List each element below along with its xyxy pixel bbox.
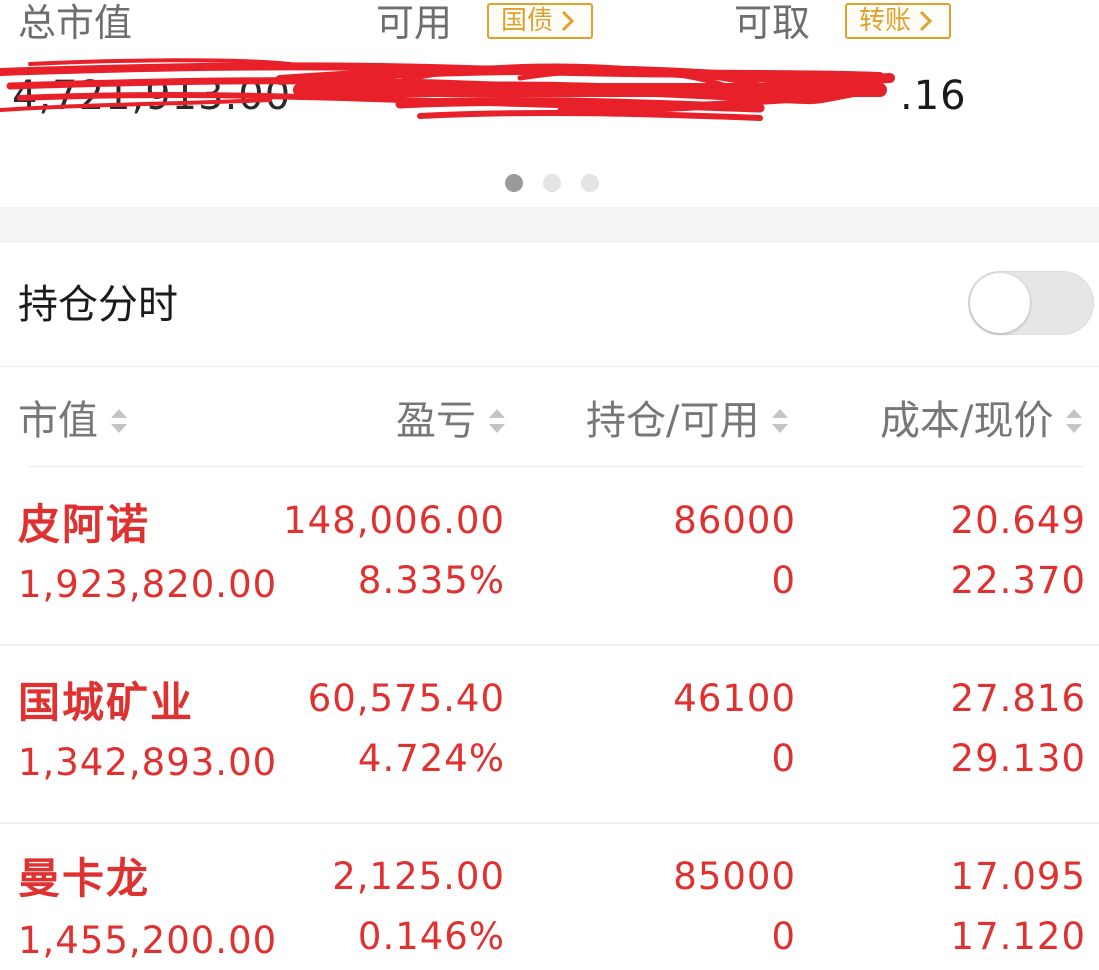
pnl-percent: 0.146% <box>357 915 505 958</box>
available-qty: 0 <box>771 559 796 602</box>
pnl-percent: 4.724% <box>357 737 505 780</box>
cost-price: 17.095 <box>950 855 1086 898</box>
pager-dot[interactable] <box>543 174 561 192</box>
pager-dot-active[interactable] <box>505 174 523 192</box>
current-price: 22.370 <box>950 559 1086 602</box>
column-pnl-label: 盈亏 <box>396 398 476 444</box>
available-qty: 0 <box>771 737 796 780</box>
carousel-pager <box>0 174 1099 194</box>
table-row[interactable]: 皮阿诺 1,923,820.00 148,006.00 8.335% 86000… <box>0 466 1099 646</box>
sort-icon <box>1066 409 1083 433</box>
stock-name: 皮阿诺 <box>18 500 151 549</box>
position-intraday-label: 持仓分时 <box>18 282 178 328</box>
column-holding-available[interactable]: 持仓/可用 <box>586 395 791 447</box>
holding-qty: 46100 <box>673 677 796 720</box>
pnl-amount: 148,006.00 <box>283 499 505 542</box>
stock-name: 国城矿业 <box>18 678 195 727</box>
column-market-value-label: 市值 <box>18 398 98 444</box>
holding-qty: 85000 <box>673 855 796 898</box>
section-divider <box>0 207 1099 243</box>
column-holding-available-label: 持仓/可用 <box>586 398 760 444</box>
pnl-percent: 8.335% <box>357 559 505 602</box>
cost-price: 27.816 <box>950 677 1086 720</box>
position-intraday-row: 持仓分时 <box>0 243 1099 367</box>
sort-icon <box>111 409 127 433</box>
market-value: 1,455,200.00 <box>18 919 278 962</box>
table-row[interactable]: 曼卡龙 1,455,200.00 2,125.00 0.146% 85000 0… <box>0 822 1099 970</box>
market-value: 1,342,893.00 <box>18 741 278 784</box>
current-price: 29.130 <box>950 737 1086 780</box>
column-cost-price[interactable]: 成本/现价 <box>880 395 1085 447</box>
sort-icon <box>489 409 505 433</box>
cost-price: 20.649 <box>950 499 1086 542</box>
market-value: 1,923,820.00 <box>18 563 278 606</box>
toggle-knob <box>970 273 1030 333</box>
positions-screen: 总市值 可用 国债 可取 转账 4,721,913.00 .16 持仓分时 市值… <box>0 0 1099 970</box>
stock-name: 曼卡龙 <box>18 854 151 903</box>
table-row[interactable]: 国城矿业 1,342,893.00 60,575.40 4.724% 46100… <box>0 644 1099 824</box>
column-market-value[interactable]: 市值 <box>18 395 130 447</box>
sort-icon <box>772 409 789 433</box>
column-pnl[interactable]: 盈亏 <box>396 395 508 447</box>
current-price: 17.120 <box>950 915 1086 958</box>
column-cost-price-label: 成本/现价 <box>880 398 1054 444</box>
pager-dot[interactable] <box>581 174 599 192</box>
holding-qty: 86000 <box>673 499 796 542</box>
pnl-amount: 60,575.40 <box>307 677 505 720</box>
available-qty: 0 <box>771 915 796 958</box>
position-intraday-toggle[interactable] <box>968 271 1094 335</box>
redaction-scribble <box>0 58 895 121</box>
pnl-amount: 2,125.00 <box>332 855 505 898</box>
positions-table-header: 市值 盈亏 持仓/可用 成本/现价 <box>0 367 1099 467</box>
